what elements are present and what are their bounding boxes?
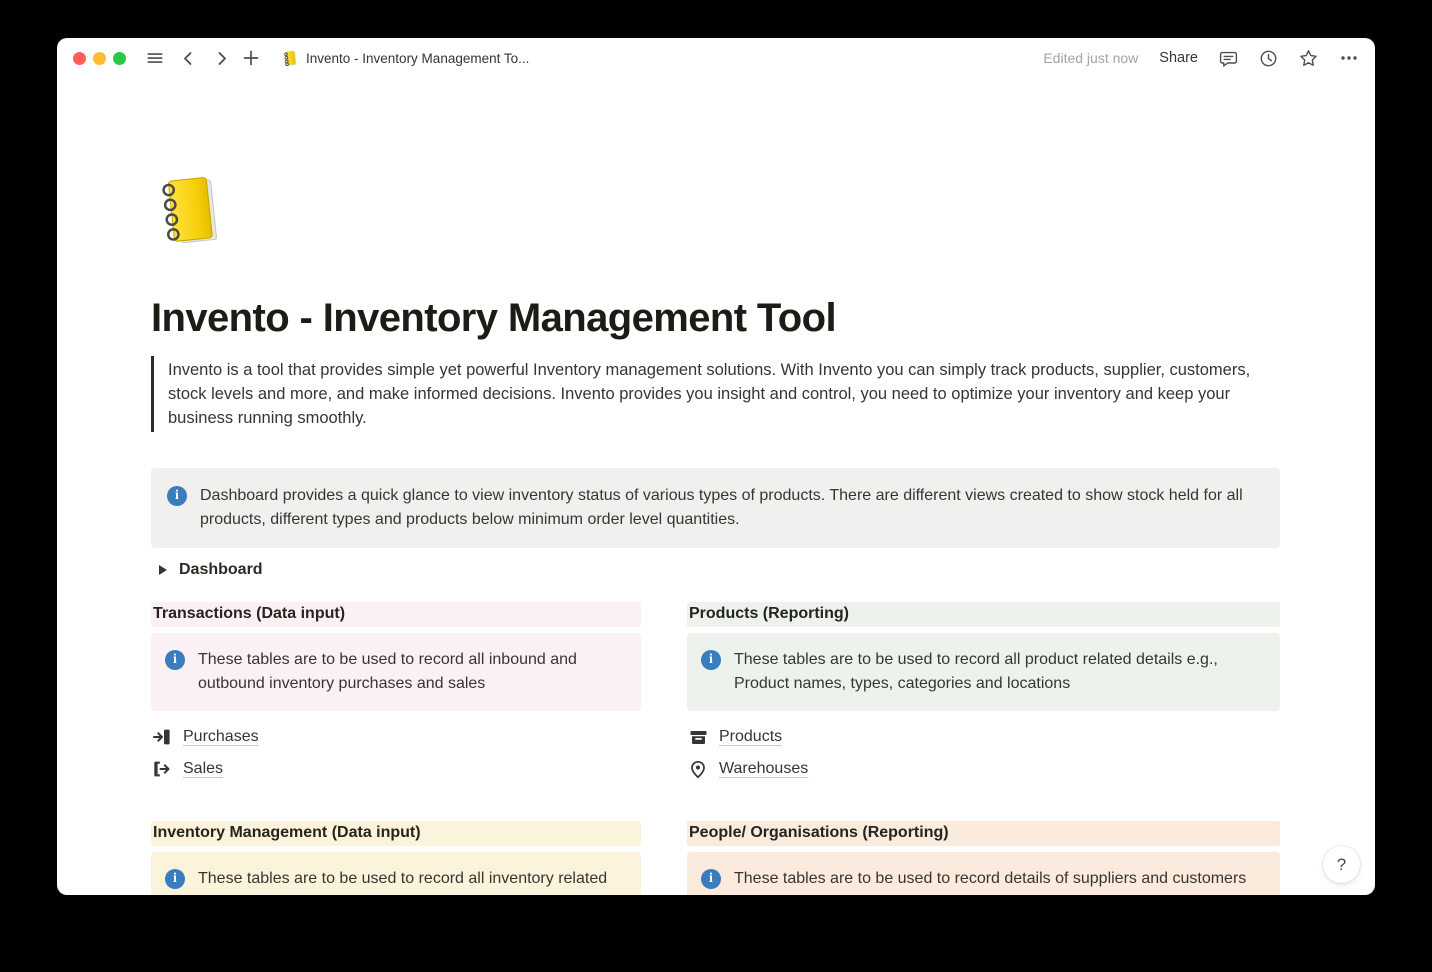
intro-quote: Invento is a tool that provides simple y… bbox=[151, 356, 1280, 432]
section-heading-products: Products (Reporting) bbox=[687, 602, 1280, 627]
titlebar: Invento - Inventory Management To... Edi… bbox=[57, 38, 1375, 78]
dashboard-callout: i Dashboard provides a quick glance to v… bbox=[151, 468, 1280, 548]
link-label[interactable]: Sales bbox=[183, 760, 223, 778]
dashboard-toggle-label[interactable]: Dashboard bbox=[179, 561, 263, 579]
info-icon: i bbox=[167, 486, 187, 506]
column-left: Transactions (Data input) i These tables… bbox=[151, 602, 641, 895]
updates-clock-icon[interactable] bbox=[1259, 49, 1278, 68]
section-heading-inventory-management: Inventory Management (Data input) bbox=[151, 821, 641, 846]
inventory-callout-text: These tables are to be used to record al… bbox=[198, 867, 627, 895]
link-label[interactable]: Purchases bbox=[183, 728, 259, 746]
location-pin-icon bbox=[687, 760, 709, 779]
zoom-window-button[interactable] bbox=[113, 52, 126, 65]
info-icon: i bbox=[701, 650, 721, 670]
edited-status: Edited just now bbox=[1043, 50, 1138, 66]
transactions-callout: i These tables are to be used to record … bbox=[151, 633, 641, 711]
share-button[interactable]: Share bbox=[1159, 50, 1198, 66]
new-tab-icon[interactable] bbox=[242, 49, 260, 67]
tab-title: Invento - Inventory Management To... bbox=[306, 51, 529, 66]
page-icon-notebook[interactable] bbox=[151, 172, 229, 250]
link-label[interactable]: Warehouses bbox=[719, 760, 808, 778]
products-links: Products Warehouses bbox=[687, 721, 1280, 785]
products-callout-text: These tables are to be used to record al… bbox=[734, 648, 1266, 696]
products-callout: i These tables are to be used to record … bbox=[687, 633, 1280, 711]
close-window-button[interactable] bbox=[73, 52, 86, 65]
traffic-lights bbox=[73, 52, 126, 65]
help-button[interactable]: ? bbox=[1323, 846, 1360, 883]
people-callout-text: These tables are to be used to record de… bbox=[734, 867, 1246, 891]
transactions-callout-text: These tables are to be used to record al… bbox=[198, 648, 627, 696]
info-icon: i bbox=[165, 650, 185, 670]
dashboard-callout-text: Dashboard provides a quick glance to vie… bbox=[200, 484, 1264, 532]
two-column-layout: Transactions (Data input) i These tables… bbox=[151, 602, 1280, 895]
forward-icon[interactable] bbox=[213, 50, 230, 67]
inventory-callout: i These tables are to be used to record … bbox=[151, 852, 641, 895]
sidebar-menu-icon[interactable] bbox=[146, 49, 164, 67]
favorite-star-icon[interactable] bbox=[1299, 49, 1318, 68]
link-label[interactable]: Products bbox=[719, 728, 782, 746]
exit-door-icon bbox=[151, 759, 173, 779]
page-content: Invento - Inventory Management Tool Inve… bbox=[57, 172, 1375, 895]
archive-box-icon bbox=[687, 728, 709, 747]
minimize-window-button[interactable] bbox=[93, 52, 106, 65]
page-link-warehouses[interactable]: Warehouses bbox=[687, 753, 1280, 785]
toggle-triangle-icon[interactable] bbox=[151, 564, 175, 576]
app-window: Invento - Inventory Management To... Edi… bbox=[57, 38, 1375, 895]
dashboard-toggle[interactable]: Dashboard bbox=[151, 558, 1280, 582]
notebook-emoji-icon bbox=[282, 50, 299, 67]
titlebar-actions: Edited just now Share bbox=[1043, 49, 1359, 68]
column-right: Products (Reporting) i These tables are … bbox=[687, 602, 1280, 895]
section-heading-transactions: Transactions (Data input) bbox=[151, 602, 641, 627]
comments-icon[interactable] bbox=[1219, 49, 1238, 68]
people-callout: i These tables are to be used to record … bbox=[687, 852, 1280, 895]
transactions-links: Purchases Sales bbox=[151, 721, 641, 785]
page-link-products[interactable]: Products bbox=[687, 721, 1280, 753]
page-link-sales[interactable]: Sales bbox=[151, 753, 641, 785]
back-icon[interactable] bbox=[180, 50, 197, 67]
info-icon: i bbox=[701, 869, 721, 889]
active-tab[interactable]: Invento - Inventory Management To... bbox=[282, 50, 529, 67]
more-options-icon[interactable] bbox=[1339, 49, 1359, 67]
enter-door-icon bbox=[151, 727, 173, 747]
page-title: Invento - Inventory Management Tool bbox=[151, 294, 1280, 342]
info-icon: i bbox=[165, 869, 185, 889]
page-link-purchases[interactable]: Purchases bbox=[151, 721, 641, 753]
section-heading-people-organisations: People/ Organisations (Reporting) bbox=[687, 821, 1280, 846]
